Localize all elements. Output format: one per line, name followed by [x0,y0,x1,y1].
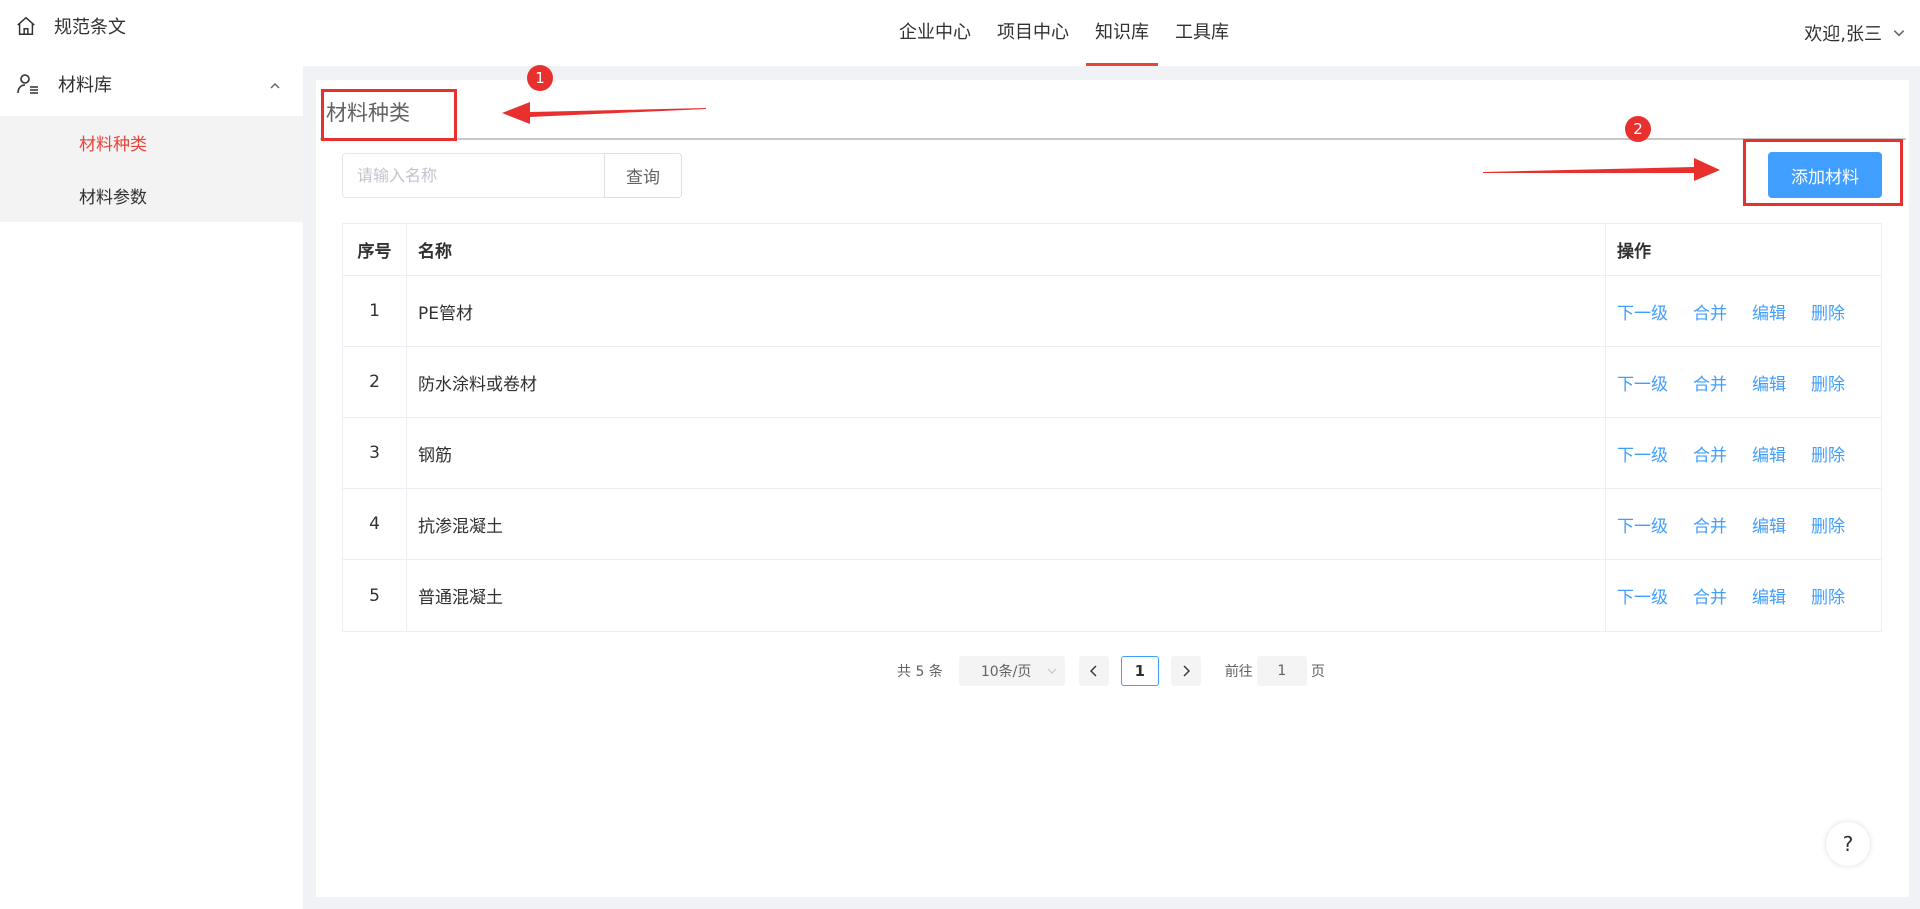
user-greeting: 欢迎,张三 [1804,24,1882,45]
next-level-link[interactable]: 下一级 [1617,299,1668,324]
search-input[interactable] [342,153,604,198]
chevron-down-icon [1893,30,1905,37]
nav-tool-library[interactable]: 工具库 [1166,0,1238,66]
row-actions: 下一级 合并 编辑 删除 [1606,276,1881,346]
row-name: 防水涂料或卷材 [407,347,1606,417]
row-index: 3 [343,418,407,488]
chevron-down-icon [1047,668,1057,674]
next-level-link[interactable]: 下一级 [1617,370,1668,395]
header-index: 序号 [343,224,407,275]
pagination-total: 共 5 条 [897,664,943,680]
materials-table: 序号 名称 操作 1 PE管材 下一级 合并 编辑 删除 2 防水涂料或卷材 下… [342,223,1882,632]
user-menu[interactable]: 欢迎,张三 [1804,0,1906,66]
search-button[interactable]: 查询 [604,153,682,198]
annotation-badge-1: 1 [527,65,553,91]
prev-page-button[interactable] [1078,656,1109,686]
next-level-link[interactable]: 下一级 [1617,583,1668,608]
row-name: 普通混凝土 [407,560,1606,631]
page-suffix: 页 [1310,664,1325,680]
row-actions: 下一级 合并 编辑 删除 [1606,418,1881,488]
goto-page-input[interactable]: 1 [1256,656,1307,686]
table-row: 2 防水涂料或卷材 下一级 合并 编辑 删除 [343,347,1881,418]
merge-link[interactable]: 合并 [1693,583,1727,608]
row-index: 1 [343,276,407,346]
nav-knowledge-base[interactable]: 知识库 [1086,0,1158,66]
merge-link[interactable]: 合并 [1693,299,1727,324]
top-navigation: 企业中心 项目中心 知识库 工具库 欢迎,张三 [303,0,1920,66]
sidebar-item-regulations[interactable]: 规范条文 [0,0,303,52]
row-actions: 下一级 合并 编辑 删除 [1606,560,1881,631]
table-row: 1 PE管材 下一级 合并 编辑 删除 [343,276,1881,347]
pagination: 共 5 条 10条/页 1 前往 1 页 [897,656,1325,686]
merge-link[interactable]: 合并 [1693,370,1727,395]
next-page-button[interactable] [1170,656,1201,686]
delete-link[interactable]: 删除 [1811,512,1845,537]
merge-link[interactable]: 合并 [1693,441,1727,466]
annotation-box-title [321,89,457,141]
delete-link[interactable]: 删除 [1811,583,1845,608]
page-size-select[interactable]: 10条/页 [958,656,1065,686]
edit-link[interactable]: 编辑 [1752,299,1786,324]
header-name: 名称 [407,224,1606,275]
row-name: PE管材 [407,276,1606,346]
sidebar-group-label: 材料库 [58,75,112,96]
edit-link[interactable]: 编辑 [1752,583,1786,608]
chevron-up-icon [269,76,281,97]
delete-link[interactable]: 删除 [1811,299,1845,324]
title-divider [320,138,1906,140]
delete-link[interactable]: 删除 [1811,370,1845,395]
sidebar-group-materials[interactable]: 材料库 [0,52,303,116]
row-index: 5 [343,560,407,631]
row-name: 抗渗混凝土 [407,489,1606,559]
delete-link[interactable]: 删除 [1811,441,1845,466]
row-actions: 下一级 合并 编辑 删除 [1606,347,1881,417]
next-level-link[interactable]: 下一级 [1617,512,1668,537]
sidebar: 规范条文 材料库 材料种类 材料参数 [0,0,303,909]
sidebar-item-material-types[interactable]: 材料种类 [0,116,303,169]
page-size-value: 10条/页 [980,664,1032,680]
table-header: 序号 名称 操作 [343,224,1881,276]
nav-enterprise-center[interactable]: 企业中心 [890,0,980,66]
home-icon [14,14,38,38]
help-button[interactable]: ? [1826,822,1870,866]
sidebar-submenu: 材料种类 材料参数 [0,116,303,222]
next-level-link[interactable]: 下一级 [1617,441,1668,466]
sidebar-item-label: 规范条文 [54,17,126,38]
page-number-current[interactable]: 1 [1120,656,1159,686]
chevron-left-icon [1089,665,1097,677]
goto-label: 前往 [1224,664,1253,680]
row-actions: 下一级 合并 编辑 删除 [1606,489,1881,559]
table-row: 3 钢筋 下一级 合并 编辑 删除 [343,418,1881,489]
table-row: 5 普通混凝土 下一级 合并 编辑 删除 [343,560,1881,631]
row-index: 4 [343,489,407,559]
table-row: 4 抗渗混凝土 下一级 合并 编辑 删除 [343,489,1881,560]
annotation-badge-2: 2 [1625,116,1651,142]
edit-link[interactable]: 编辑 [1752,370,1786,395]
chevron-right-icon [1183,665,1190,677]
edit-link[interactable]: 编辑 [1752,441,1786,466]
row-index: 2 [343,347,407,417]
row-name: 钢筋 [407,418,1606,488]
edit-link[interactable]: 编辑 [1752,512,1786,537]
annotation-box-add [1743,139,1903,206]
merge-link[interactable]: 合并 [1693,512,1727,537]
nav-project-center[interactable]: 项目中心 [988,0,1078,66]
header-ops: 操作 [1617,242,1651,262]
sidebar-item-material-params[interactable]: 材料参数 [0,169,303,222]
user-list-icon [14,70,42,98]
